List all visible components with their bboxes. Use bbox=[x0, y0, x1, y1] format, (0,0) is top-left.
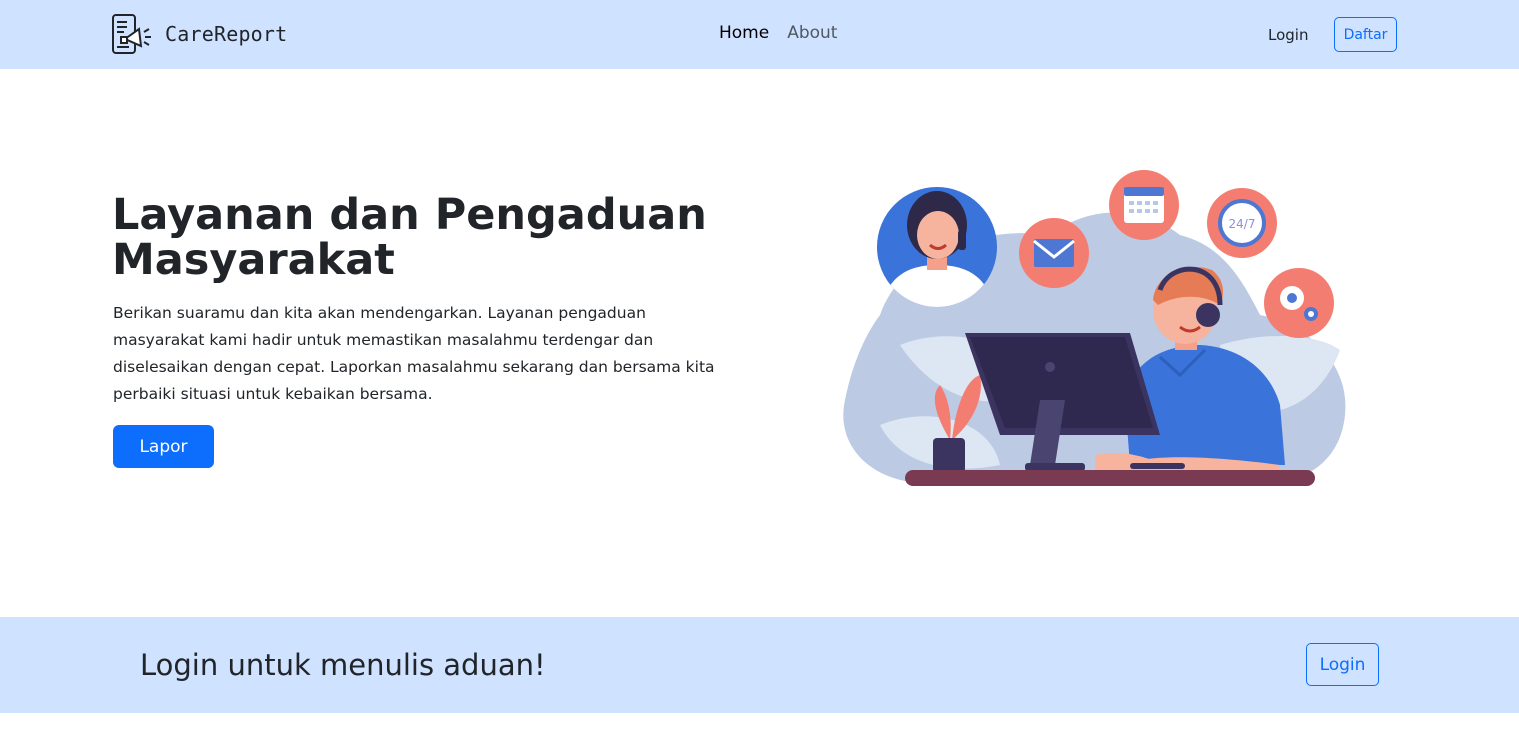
clock-badge-text: 24/7 bbox=[1229, 217, 1256, 231]
login-cta-band: Login untuk menulis aduan! Login bbox=[0, 617, 1519, 713]
brand-link[interactable]: CareReport bbox=[111, 13, 287, 55]
hero-title: Layanan dan Pengaduan Masyarakat bbox=[112, 190, 707, 285]
main-nav: Home About bbox=[719, 23, 837, 43]
nav-link-home[interactable]: Home bbox=[719, 23, 769, 43]
brand-name: CareReport bbox=[165, 22, 288, 46]
hero-description: Berikan suaramu dan kita akan mendengark… bbox=[113, 304, 715, 403]
megaphone-report-icon bbox=[112, 14, 151, 54]
nav-link-about[interactable]: About bbox=[787, 23, 837, 43]
report-button[interactable]: Lapor bbox=[113, 425, 214, 468]
customer-service-illustration: 24/7 bbox=[843, 170, 1346, 486]
desk bbox=[905, 470, 1315, 486]
register-button[interactable]: Daftar bbox=[1334, 17, 1397, 52]
cta-title: Login untuk menulis aduan! bbox=[140, 648, 546, 682]
nav-login-link[interactable]: Login bbox=[1268, 26, 1308, 44]
cta-login-button[interactable]: Login bbox=[1306, 643, 1379, 686]
plant-pot bbox=[933, 438, 965, 473]
navbar: CareReport Home About Login Daftar bbox=[0, 0, 1519, 69]
